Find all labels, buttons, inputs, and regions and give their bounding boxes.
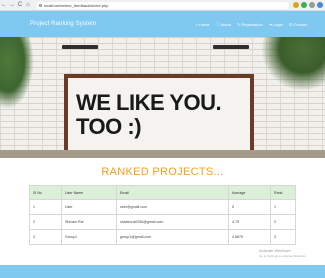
cell-email: group1@gmail.com <box>116 229 229 245</box>
nav-home[interactable]: ⌂ Home <box>195 21 209 27</box>
extension-icon[interactable] <box>301 2 307 8</box>
activate-windows-watermark: Activate Windows Go to Settings to activ… <box>259 248 306 258</box>
reload-icon[interactable]: C <box>16 0 24 10</box>
address-bar[interactable]: localhost/online_feedback/index.php <box>36 1 289 9</box>
cell-user-name: Group1 <box>61 229 117 245</box>
extension-icon[interactable] <box>293 2 299 8</box>
hero-text-line1: WE LIKE YOU. <box>76 90 222 115</box>
profile-avatar[interactable] <box>317 2 323 8</box>
home-icon: ⌂ <box>195 21 198 27</box>
cell-email: user@gmail.com <box>116 199 229 215</box>
nav-login-label: Login <box>273 21 283 27</box>
cell-average: 4.6875 <box>228 229 271 245</box>
nav-registration[interactable]: ✎ Registration <box>237 21 263 27</box>
contact-icon: ✆ <box>288 21 293 27</box>
site-header: Project Ranking System ⌂ Home ⓘ About ✎ … <box>0 11 325 37</box>
column-header: Email <box>116 185 229 200</box>
ranked-projects-table: Sl No User Name Email Average Rank 1 Use… <box>29 185 296 245</box>
cell-rank: 1 <box>270 199 296 215</box>
nav-about[interactable]: ⓘ About <box>216 21 231 27</box>
table-row: 2 Shivam Rai shivamrai2256@gmail.com 4.7… <box>29 214 296 230</box>
hero-ground <box>0 150 325 158</box>
cell-average: 5 <box>228 199 271 215</box>
info-icon: ⓘ <box>215 21 220 26</box>
wall-lamp <box>213 45 249 49</box>
site-brand[interactable]: Project Ranking System <box>30 21 96 27</box>
nav-contact-label: Contact <box>293 21 307 27</box>
forward-icon[interactable]: → <box>8 0 16 10</box>
footer-bar <box>0 265 325 278</box>
info-circle-icon[interactable] <box>39 3 42 7</box>
cell-rank: 2 <box>270 214 296 230</box>
nav-home-label: Home <box>198 21 210 27</box>
browser-toolbar: ← → C ⌂ localhost/online_feedback/index.… <box>0 0 325 11</box>
nav-registration-label: Registration <box>241 21 263 27</box>
registration-icon: ✎ <box>236 21 241 27</box>
column-header: Rank <box>270 185 296 200</box>
column-header: Sl No <box>29 185 62 200</box>
login-icon: ➜ <box>268 21 273 27</box>
cell-user-name: User <box>61 199 117 215</box>
cell-sl-no: 1 <box>29 199 62 215</box>
hero-banner: WE LIKE YOU. TOO :) <box>0 37 325 158</box>
hero-text-line2: TOO :) <box>76 114 142 139</box>
column-header: User Name <box>61 185 117 200</box>
ranked-projects-title: RANKED PROJECTS... <box>101 166 224 178</box>
extension-icon[interactable] <box>309 2 315 8</box>
cell-average: 4.75 <box>228 214 271 230</box>
url-text: localhost/online_feedback/index.php <box>44 2 109 8</box>
nav-contact[interactable]: ✆ Contact <box>289 21 307 27</box>
back-icon[interactable]: ← <box>0 0 8 10</box>
watermark-title: Activate Windows <box>259 248 291 253</box>
watermark-subtitle: Go to Settings to activate Windows. <box>259 254 307 258</box>
home-browser-icon[interactable]: ⌂ <box>24 0 32 10</box>
table-header-row: Sl No User Name Email Average Rank <box>29 185 296 200</box>
main-nav: ⌂ Home ⓘ About ✎ Registration ➜ Login ✆ … <box>195 21 307 27</box>
column-header: Average <box>228 185 271 200</box>
cell-sl-no: 3 <box>29 229 62 245</box>
cell-sl-no: 2 <box>29 214 62 230</box>
cell-user-name: Shivam Rai <box>61 214 117 230</box>
cell-rank: 3 <box>270 229 296 245</box>
nav-login[interactable]: ➜ Login <box>269 21 283 27</box>
table-row: 3 Group1 group1@gmail.com 4.6875 3 <box>29 229 296 245</box>
table-row: 1 User user@gmail.com 5 1 <box>29 199 296 215</box>
cell-email: shivamrai2256@gmail.com <box>116 214 229 230</box>
wall-lamp <box>62 45 98 49</box>
plant-decoration <box>261 37 325 91</box>
plant-decoration <box>0 37 34 109</box>
nav-about-label: About <box>220 21 231 27</box>
